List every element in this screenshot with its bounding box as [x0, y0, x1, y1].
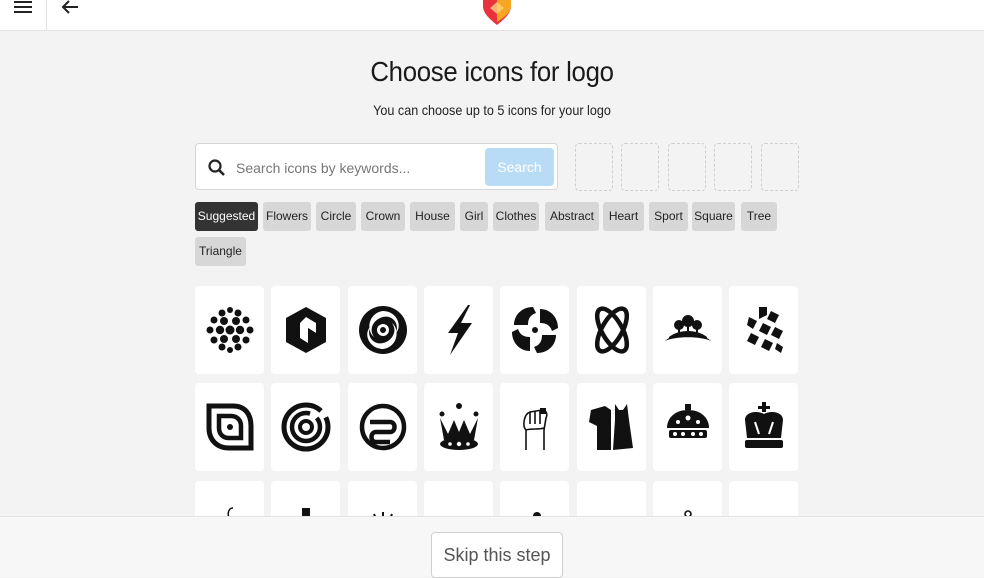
dotted-sphere-icon — [206, 307, 253, 353]
square-spiral-icon — [206, 403, 253, 451]
selected-icon-slot[interactable] — [714, 143, 752, 191]
raised-fist-icon — [522, 408, 548, 450]
menu-button[interactable] — [0, 0, 47, 30]
icon-tile[interactable] — [729, 383, 798, 471]
pinwheel-icon — [511, 307, 558, 353]
selected-icon-slot[interactable] — [621, 143, 659, 191]
search-box: Search — [195, 143, 558, 190]
chip-circle[interactable]: Circle — [316, 202, 356, 231]
page-title: Choose icons for logo — [370, 56, 614, 87]
icon-tile[interactable] — [195, 383, 264, 471]
arrow-left-icon — [61, 0, 78, 14]
swirl-icon — [358, 306, 407, 354]
icon-tile[interactable] — [577, 383, 646, 471]
atom-ellipse-icon — [594, 306, 629, 354]
icon-tile[interactable] — [348, 383, 417, 471]
chip-abstract[interactable]: Abstract — [545, 202, 599, 231]
icon-tile[interactable] — [500, 383, 569, 471]
icon-tile[interactable] — [424, 286, 493, 374]
royal-crown-icon — [744, 402, 783, 448]
top-bar — [0, 0, 984, 31]
circular-maze-icon — [281, 402, 330, 452]
selected-icon-slot[interactable] — [668, 143, 706, 191]
jeweled-crown-icon — [439, 403, 478, 450]
ornate-crown-icon — [666, 404, 709, 438]
icon-tile[interactable] — [348, 286, 417, 374]
hexagon-arrow-icon — [285, 307, 326, 353]
hamburger-icon — [14, 1, 32, 13]
chip-house[interactable]: House — [410, 202, 455, 231]
trees-hill-icon — [664, 315, 711, 341]
page-subtitle: You can choose up to 5 icons for your lo… — [373, 102, 611, 118]
icon-tile[interactable] — [424, 383, 493, 471]
search-icon — [208, 159, 225, 176]
icon-tile[interactable] — [271, 383, 340, 471]
chip-suggested[interactable]: Suggested — [195, 202, 258, 231]
selected-icon-slot[interactable] — [575, 143, 613, 191]
search-button[interactable]: Search — [485, 148, 554, 186]
brand-logo-icon — [483, 0, 511, 25]
skip-step-button[interactable]: Skip this step — [431, 532, 563, 578]
chip-girl[interactable]: Girl — [460, 202, 488, 231]
selected-icon-slot[interactable] — [761, 143, 799, 191]
chip-square[interactable]: Square — [692, 202, 735, 231]
search-input[interactable] — [234, 154, 478, 182]
circle-s-icon — [359, 403, 406, 451]
chip-heart[interactable]: Heart — [603, 202, 644, 231]
icon-tile[interactable] — [653, 383, 722, 471]
dress-shirt-icon — [588, 404, 633, 450]
footer-bar: Skip this step — [0, 516, 984, 578]
icon-tile[interactable] — [500, 286, 569, 374]
icon-tile[interactable] — [195, 286, 264, 374]
back-button[interactable] — [47, 0, 93, 30]
chip-triangle[interactable]: Triangle — [195, 237, 246, 266]
chip-crown[interactable]: Crown — [361, 202, 405, 231]
chip-tree[interactable]: Tree — [741, 202, 777, 231]
icon-tile[interactable] — [271, 286, 340, 374]
icon-tile[interactable] — [729, 286, 798, 374]
chip-clothes[interactable]: Clothes — [493, 202, 539, 231]
puzzle-cubes-icon — [746, 307, 783, 353]
chip-sport[interactable]: Sport — [649, 202, 688, 231]
lightning-bolt-icon — [447, 305, 472, 355]
icon-tile[interactable] — [653, 286, 722, 374]
chip-flowers[interactable]: Flowers — [263, 202, 311, 231]
icon-tile[interactable] — [577, 286, 646, 374]
